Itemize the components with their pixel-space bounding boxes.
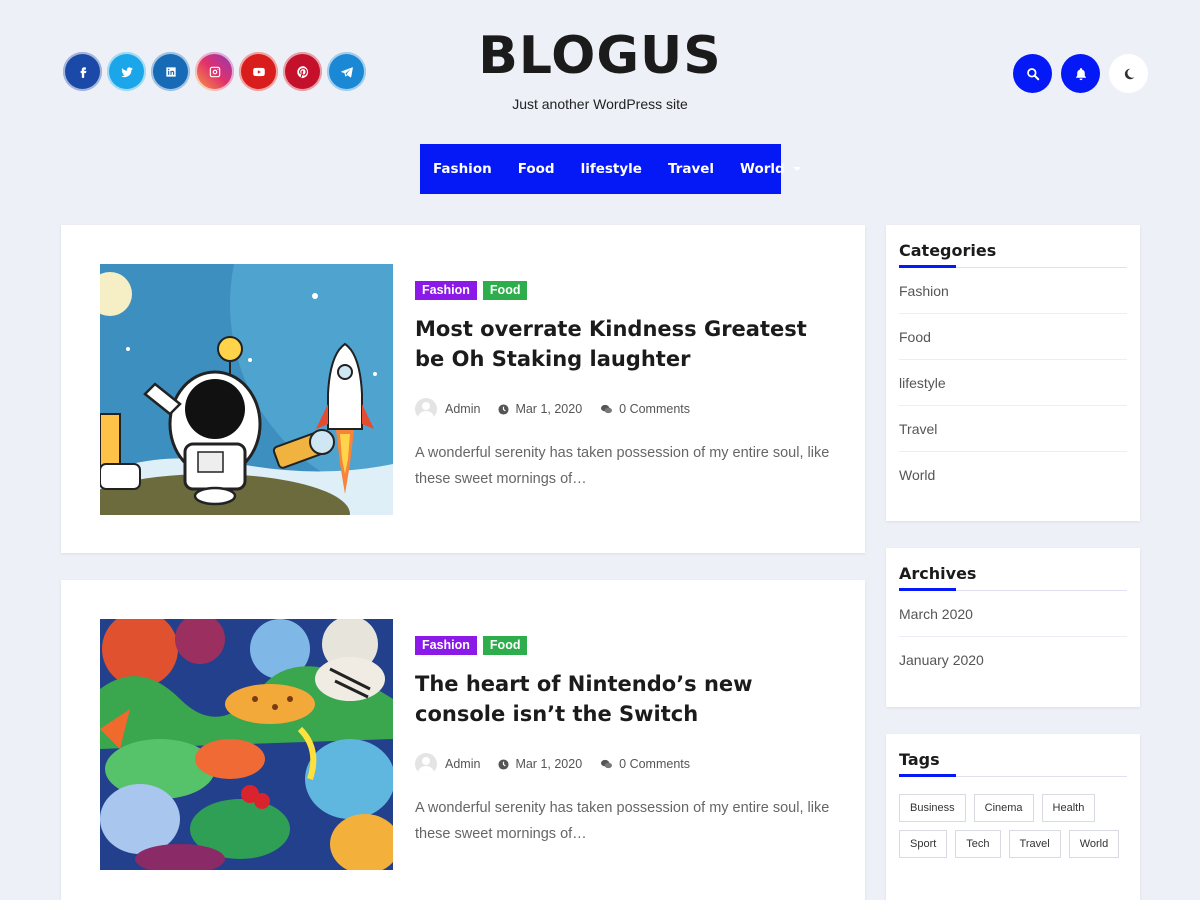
archives-widget: Archives March 2020 January 2020	[886, 548, 1140, 707]
post-content: Fashion Food The heart of Nintendo’s new…	[415, 636, 835, 847]
post-card: Fashion Food Most overrate Kindness Grea…	[61, 225, 865, 553]
category-link-world[interactable]: World	[899, 452, 1127, 498]
post-excerpt: A wonderful serenity has taken possessio…	[415, 445, 830, 487]
post-card: Fashion Food The heart of Nintendo’s new…	[61, 580, 865, 900]
widget-title: Tags	[899, 750, 1127, 777]
nav-item-food[interactable]: Food	[518, 161, 555, 177]
search-icon	[1026, 67, 1039, 80]
category-list: Fashion Food lifestyle Travel World	[899, 268, 1127, 498]
theme-toggle-button[interactable]	[1109, 54, 1148, 93]
archive-link[interactable]: January 2020	[899, 637, 1127, 683]
header-actions	[1013, 54, 1148, 93]
category-badge-fashion[interactable]: Fashion	[415, 636, 477, 655]
comments-icon	[601, 404, 613, 413]
category-link-food[interactable]: Food	[899, 314, 1127, 360]
moon-icon	[1124, 68, 1134, 79]
main-navigation: Fashion Food lifestyle Travel World	[420, 144, 801, 194]
post-content: Fashion Food Most overrate Kindness Grea…	[415, 281, 835, 492]
tag-sport[interactable]: Sport	[899, 830, 948, 858]
search-button[interactable]	[1013, 54, 1052, 93]
tag-tech[interactable]: Tech	[955, 830, 1001, 858]
clock-icon	[498, 758, 509, 770]
category-link-travel[interactable]: Travel	[899, 406, 1127, 452]
tag-travel[interactable]: Travel	[1008, 830, 1061, 858]
post-categories: Fashion Food	[415, 281, 835, 300]
tag-health[interactable]: Health	[1041, 794, 1096, 822]
tag-cloud: Business Cinema Health Sport Tech Travel…	[899, 794, 1127, 858]
post-comments[interactable]: 0 Comments	[619, 757, 690, 771]
post-author[interactable]: Admin	[445, 402, 480, 416]
nav-item-lifestyle[interactable]: lifestyle	[581, 161, 642, 177]
site-tagline: Just another WordPress site	[512, 96, 688, 112]
post-thumbnail-astronaut[interactable]	[100, 264, 393, 515]
post-author[interactable]: Admin	[445, 757, 480, 771]
post-date[interactable]: Mar 1, 2020	[515, 402, 582, 416]
avatar[interactable]	[415, 753, 437, 775]
widget-title: Categories	[899, 241, 1127, 268]
archive-link[interactable]: March 2020	[899, 591, 1127, 637]
bell-icon	[1075, 67, 1086, 80]
archive-list: March 2020 January 2020	[899, 591, 1127, 683]
post-excerpt: A wonderful serenity has taken possessio…	[415, 800, 830, 842]
category-badge-fashion[interactable]: Fashion	[415, 281, 477, 300]
nav-item-travel[interactable]: Travel	[668, 161, 714, 177]
chevron-down-icon	[792, 167, 801, 171]
category-link-fashion[interactable]: Fashion	[899, 268, 1127, 314]
nav-item-world-wrap[interactable]: World	[740, 161, 801, 177]
categories-widget: Categories Fashion Food lifestyle Travel…	[886, 225, 1140, 521]
nav-item-world: World	[740, 161, 785, 177]
comments-icon	[601, 759, 613, 768]
post-title[interactable]: Most overrate Kindness Greatest be Oh St…	[415, 314, 835, 374]
post-meta: Admin Mar 1, 2020 0 Comments	[415, 753, 835, 775]
widget-title: Archives	[899, 564, 1127, 591]
category-badge-food[interactable]: Food	[482, 281, 528, 300]
avatar[interactable]	[415, 398, 437, 420]
tag-business[interactable]: Business	[899, 794, 966, 822]
post-meta: Admin Mar 1, 2020 0 Comments	[415, 398, 835, 420]
tags-widget: Tags Business Cinema Health Sport Tech T…	[886, 734, 1140, 900]
post-date[interactable]: Mar 1, 2020	[515, 757, 582, 771]
category-badge-food[interactable]: Food	[482, 636, 528, 655]
tag-world[interactable]: World	[1068, 830, 1120, 858]
notifications-button[interactable]	[1061, 54, 1100, 93]
category-link-lifestyle[interactable]: lifestyle	[899, 360, 1127, 406]
post-comments[interactable]: 0 Comments	[619, 402, 690, 416]
tag-cinema[interactable]: Cinema	[973, 794, 1034, 822]
post-title[interactable]: The heart of Nintendo’s new console isn’…	[415, 669, 835, 729]
clock-icon	[498, 403, 509, 415]
nav-item-fashion[interactable]: Fashion	[433, 161, 492, 177]
post-thumbnail-jungle[interactable]	[100, 619, 393, 870]
post-categories: Fashion Food	[415, 636, 835, 655]
